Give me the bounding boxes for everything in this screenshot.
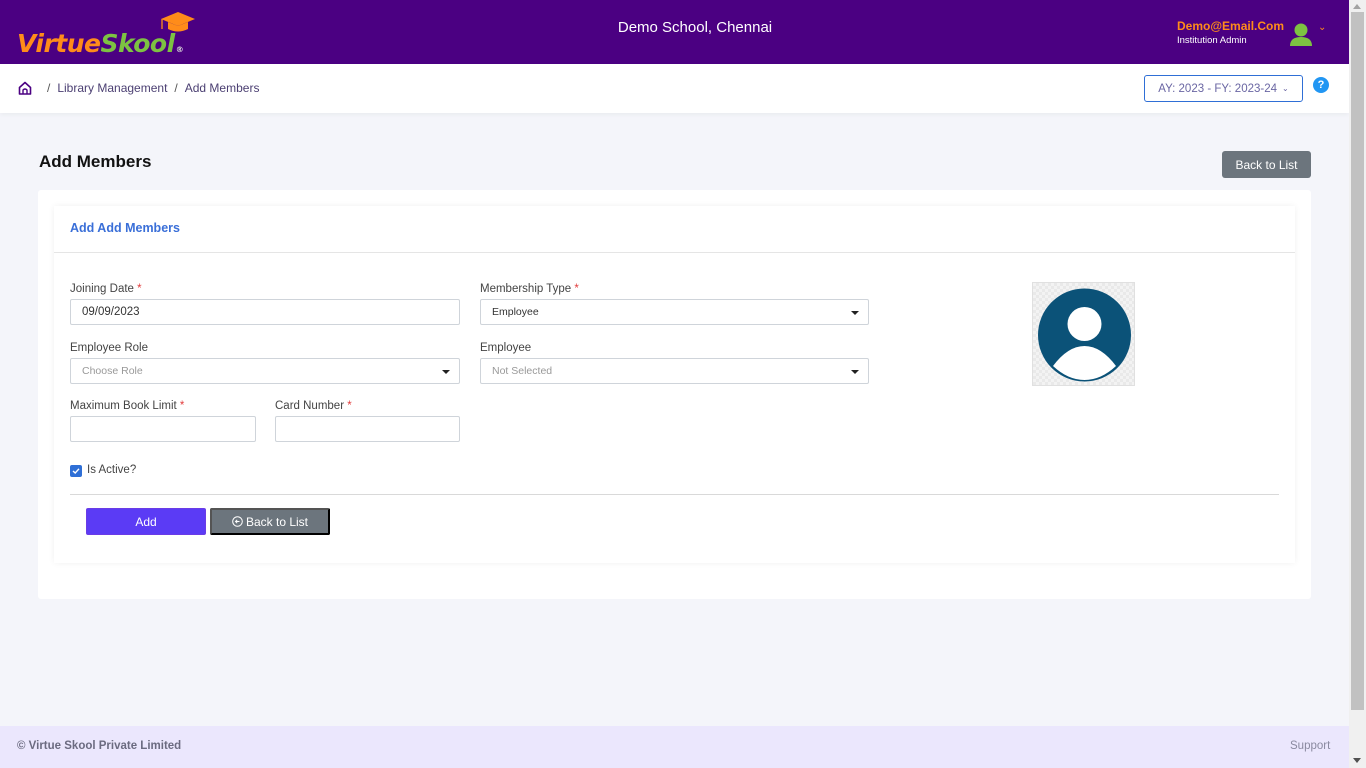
employee-role-select[interactable]: Choose Role: [70, 358, 460, 384]
is-active-checkbox[interactable]: [70, 465, 82, 477]
employee-placeholder: Not Selected: [492, 365, 553, 377]
scroll-up-arrow-icon[interactable]: [1353, 4, 1361, 9]
footer-support-link[interactable]: Support: [1290, 740, 1330, 752]
chevron-down-icon: ⌄: [1282, 84, 1289, 93]
max-book-limit-label-text: Maximum Book Limit: [70, 400, 177, 412]
card-number-label: Card Number *: [275, 400, 352, 412]
membership-type-label-text: Membership Type: [480, 283, 572, 295]
app: VirtueSkool® Demo School, Chennai Demo@E…: [0, 0, 1349, 768]
top-header: VirtueSkool® Demo School, Chennai Demo@E…: [0, 0, 1349, 64]
user-avatar-icon[interactable]: [1290, 23, 1312, 47]
membership-type-select[interactable]: Employee: [480, 299, 869, 325]
scroll-thumb[interactable]: [1351, 12, 1364, 710]
footer: © Virtue Skool Private Limited Support: [0, 726, 1349, 768]
employee-select[interactable]: Not Selected: [480, 358, 869, 384]
required-marker: *: [574, 283, 579, 295]
is-active-label: Is Active?: [87, 464, 137, 476]
help-icon[interactable]: ?: [1313, 77, 1329, 93]
back-to-list-button-top[interactable]: Back to List: [1222, 151, 1311, 178]
required-marker: *: [179, 400, 185, 412]
vertical-scrollbar[interactable]: [1349, 0, 1366, 768]
home-icon[interactable]: [18, 81, 32, 95]
membership-type-value: Employee: [492, 306, 539, 318]
joining-date-input[interactable]: 09/09/2023: [70, 299, 460, 325]
card-number-input[interactable]: [275, 416, 460, 442]
required-marker: *: [347, 400, 352, 412]
caret-down-icon: [851, 311, 859, 315]
scroll-down-arrow-icon[interactable]: [1353, 758, 1361, 763]
caret-down-icon: [851, 370, 859, 374]
card-number-label-text: Card Number: [275, 400, 345, 412]
joining-date-label: Joining Date *: [70, 283, 142, 295]
employee-role-label: Employee Role: [70, 342, 148, 354]
breadcrumb-separator: /: [174, 81, 178, 95]
joining-date-value: 09/09/2023: [82, 306, 140, 318]
footer-copyright: © Virtue Skool Private Limited: [17, 740, 182, 752]
academic-year-select[interactable]: AY: 2023 - FY: 2023-24 ⌄: [1144, 75, 1303, 102]
back-to-list-label: Back to List: [245, 514, 309, 529]
user-menu[interactable]: Demo@Email.Com Institution Admin: [1177, 19, 1284, 48]
user-email: Demo@Email.Com: [1177, 19, 1285, 33]
user-role: Institution Admin: [1177, 35, 1247, 46]
required-marker: *: [137, 283, 142, 295]
membership-type-label: Membership Type *: [480, 283, 579, 295]
academic-year-value: AY: 2023 - FY: 2023-24: [1158, 82, 1277, 95]
breadcrumb-separator: /: [47, 81, 51, 95]
logo-registered: ®: [175, 45, 184, 54]
joining-date-label-text: Joining Date: [70, 283, 134, 295]
card-title: Add Add Members: [70, 221, 180, 235]
employee-label: Employee: [480, 342, 532, 354]
school-name: Demo School, Chennai: [617, 19, 773, 36]
check-icon: [72, 468, 80, 474]
back-to-list-button[interactable]: Back to List: [210, 508, 330, 535]
form-card: Add Add Members: [38, 190, 1311, 599]
employee-role-placeholder: Choose Role: [82, 365, 143, 377]
caret-down-icon: [442, 370, 450, 374]
divider: [70, 494, 1279, 495]
arrow-left-circle-icon: [232, 516, 243, 527]
user-placeholder-icon: [1038, 288, 1131, 382]
breadcrumb-bar: / Library Management / Add Members AY: 2…: [0, 64, 1349, 113]
add-button[interactable]: Add: [86, 508, 206, 535]
help-icon-label: ?: [1317, 79, 1325, 91]
chevron-down-icon[interactable]: ⌄: [1318, 22, 1326, 33]
breadcrumb: / Library Management / Add Members: [18, 81, 259, 95]
member-photo[interactable]: [1032, 282, 1135, 386]
page-title: Add Members: [39, 152, 152, 171]
breadcrumb-library-management[interactable]: Library Management: [57, 81, 167, 95]
breadcrumb-add-members: Add Members: [184, 81, 260, 95]
max-book-limit-label: Maximum Book Limit *: [70, 400, 184, 412]
max-book-limit-input[interactable]: [70, 416, 256, 442]
card-header: Add Add Members: [54, 206, 1295, 253]
